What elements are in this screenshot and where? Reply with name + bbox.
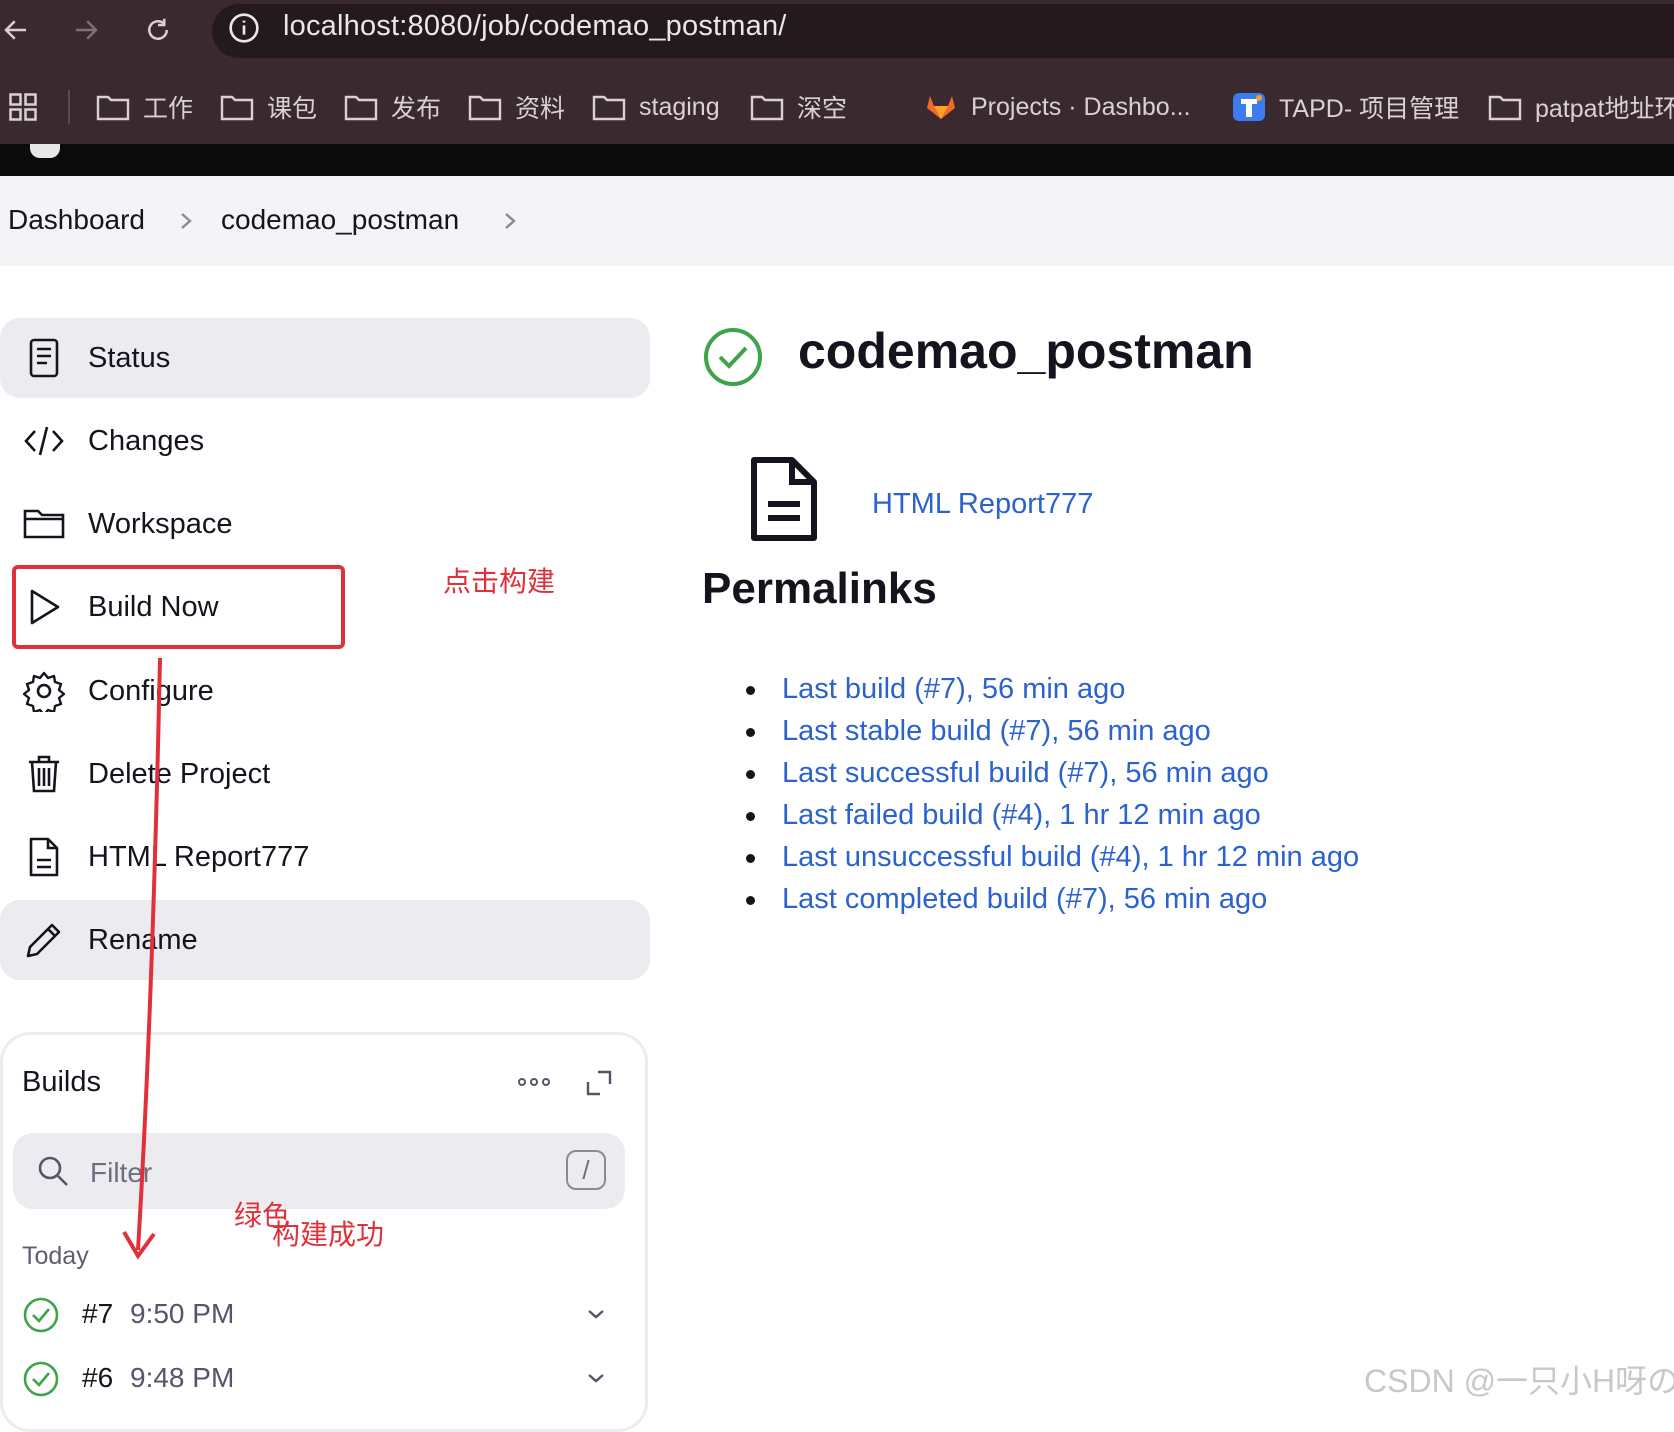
back-button[interactable] xyxy=(0,10,36,50)
breadcrumb-job[interactable]: codemao_postman xyxy=(221,204,459,236)
bookmark-label: 发布 xyxy=(391,95,442,123)
expand-icon[interactable] xyxy=(584,1068,614,1098)
build-time: 9:48 PM xyxy=(130,1362,235,1393)
page-title: codemao_postman xyxy=(798,323,1254,379)
folder-icon xyxy=(96,93,130,121)
build-row[interactable]: #6 9:48 PM xyxy=(0,1352,640,1408)
sidebar-item-delete-project[interactable]: Delete Project xyxy=(0,734,650,814)
forward-button[interactable] xyxy=(66,10,106,50)
builds-title: Builds xyxy=(22,1066,101,1098)
arrow-right-icon xyxy=(76,20,98,40)
sidebar-item-label: Status xyxy=(88,341,171,374)
apps-grid-icon[interactable] xyxy=(8,92,38,122)
permalink-last-completed-build[interactable]: Last completed build (#7), 56 min ago xyxy=(782,883,1267,915)
folder-icon xyxy=(1488,93,1522,121)
bookmark-item[interactable]: 课包 xyxy=(220,88,317,126)
info-icon[interactable] xyxy=(228,12,260,44)
chevron-down-icon[interactable] xyxy=(584,1302,608,1326)
build-group-label: Today xyxy=(22,1242,89,1270)
chevron-down-icon[interactable] xyxy=(584,1366,608,1390)
sidebar-item-workspace[interactable]: Workspace xyxy=(0,484,650,564)
bookmark-item[interactable]: Projects · Dashbo... xyxy=(924,88,1191,126)
annotation-success-note: 构建成功 xyxy=(272,1218,385,1251)
tapd-icon xyxy=(1232,93,1266,121)
sidebar-item-label: Changes xyxy=(88,424,205,457)
pencil-icon xyxy=(22,918,66,962)
bookmark-label: Projects · Dashbo... xyxy=(971,92,1191,121)
url-text[interactable]: localhost:8080/job/codemao_postman/ xyxy=(283,10,787,43)
breadcrumb-dashboard[interactable]: Dashboard xyxy=(8,204,145,236)
permalinks-list: Last build (#7), 56 min ago Last stable … xyxy=(745,668,1359,920)
bookmark-label: 课包 xyxy=(267,95,318,123)
list-item: Last successful build (#7), 56 min ago xyxy=(745,752,1359,794)
folder-icon xyxy=(22,502,66,546)
build-row[interactable]: #7 9:50 PM xyxy=(0,1288,640,1344)
reload-icon xyxy=(148,18,168,40)
bookmark-item[interactable]: 发布 xyxy=(344,88,441,126)
bookmark-label: 资料 xyxy=(515,95,566,123)
sidebar-item-changes[interactable]: Changes xyxy=(0,401,650,481)
bookmark-label: 深空 xyxy=(797,95,848,123)
bookmark-label: staging xyxy=(639,92,720,121)
success-check-icon xyxy=(23,1297,59,1333)
bookmark-item[interactable]: 工作 xyxy=(96,88,193,126)
build-number[interactable]: #7 xyxy=(82,1298,113,1330)
permalink-last-stable-build[interactable]: Last stable build (#7), 56 min ago xyxy=(782,715,1211,747)
bookmark-item[interactable]: TAPD- 项目管理 xyxy=(1232,88,1459,126)
folder-icon xyxy=(220,93,254,121)
code-icon xyxy=(22,419,66,463)
bookmark-label: 工作 xyxy=(143,95,194,123)
sidebar-item-html-report[interactable]: HTML Report777 xyxy=(0,817,650,897)
more-options-icon[interactable] xyxy=(516,1070,552,1094)
shortcut-key-badge: / xyxy=(566,1150,606,1190)
bookmarks-separator xyxy=(68,90,70,124)
list-item: Last unsuccessful build (#4), 1 hr 12 mi… xyxy=(745,836,1359,878)
chevron-right-icon[interactable] xyxy=(176,206,196,236)
list-item: Last failed build (#4), 1 hr 12 min ago xyxy=(745,794,1359,836)
bookmark-label: TAPD- 项目管理 xyxy=(1279,95,1460,123)
annotation-build-now-note: 点击构建 xyxy=(443,565,556,598)
gitlab-icon xyxy=(924,93,958,121)
list-item: Last completed build (#7), 56 min ago xyxy=(745,878,1359,920)
build-number[interactable]: #6 xyxy=(82,1362,113,1394)
bookmark-label: patpat地址环 xyxy=(1535,95,1674,123)
bookmark-item[interactable]: 资料 xyxy=(468,88,565,126)
sidebar-item-configure[interactable]: Configure xyxy=(0,651,650,731)
reload-button[interactable] xyxy=(138,10,178,50)
jenkins-header xyxy=(0,144,1674,176)
chevron-right-icon[interactable] xyxy=(500,206,520,236)
gear-icon xyxy=(22,669,66,713)
permalink-last-build[interactable]: Last build (#7), 56 min ago xyxy=(782,673,1125,705)
trash-icon xyxy=(22,752,66,796)
watermark: CSDN @一只小H呀の xyxy=(1364,1363,1674,1399)
success-check-icon xyxy=(23,1361,59,1397)
search-icon xyxy=(38,1156,68,1186)
folder-icon xyxy=(344,93,378,121)
bookmark-item[interactable]: 深空 xyxy=(750,88,847,126)
sidebar-item-status[interactable]: Status xyxy=(0,318,650,398)
permalink-last-failed-build[interactable]: Last failed build (#4), 1 hr 12 min ago xyxy=(782,799,1261,831)
build-time: 9:50 PM xyxy=(130,1298,235,1329)
document-icon xyxy=(751,457,817,541)
jenkins-logo[interactable] xyxy=(30,144,60,158)
sidebar-item-rename[interactable]: Rename xyxy=(0,900,650,980)
bookmark-item[interactable]: staging xyxy=(592,88,720,126)
document-icon xyxy=(22,835,66,879)
success-status-icon xyxy=(704,328,762,386)
permalink-last-unsuccessful-build[interactable]: Last unsuccessful build (#4), 1 hr 12 mi… xyxy=(782,841,1359,873)
status-doc-icon xyxy=(22,336,66,380)
arrow-left-icon xyxy=(4,20,26,40)
bookmark-item[interactable]: patpat地址环 xyxy=(1488,88,1674,126)
permalinks-heading: Permalinks xyxy=(702,564,937,613)
permalink-last-successful-build[interactable]: Last successful build (#7), 56 min ago xyxy=(782,757,1269,789)
html-report-link[interactable]: HTML Report777 xyxy=(872,488,1093,521)
list-item: Last stable build (#7), 56 min ago xyxy=(745,710,1359,752)
list-item: Last build (#7), 56 min ago xyxy=(745,668,1359,710)
folder-icon xyxy=(750,93,784,121)
sidebar-item-label: Workspace xyxy=(88,507,233,540)
folder-icon xyxy=(592,93,626,121)
annotation-highlight-box xyxy=(12,565,345,649)
annotation-arrow-icon xyxy=(122,657,162,1260)
folder-icon xyxy=(468,93,502,121)
